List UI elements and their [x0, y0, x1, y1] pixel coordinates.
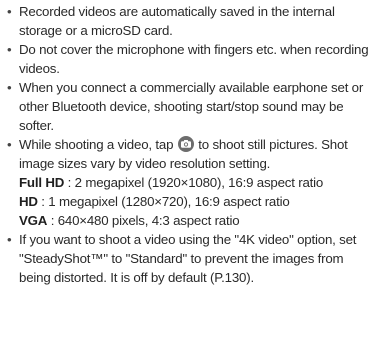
spec-value: : 1 megapixel (1280×720), 16:9 aspect ra… [37, 194, 290, 209]
note-text-steadyshot: If you want to shoot a video using the "… [19, 232, 357, 285]
spec-line-full-hd: Full HD : 2 megapixel (1920×1080), 16:9 … [19, 173, 378, 192]
spec-value: : 2 megapixel (1920×1080), 16:9 aspect r… [64, 175, 324, 190]
note-item: Recorded videos are automatically saved … [4, 2, 378, 40]
document-page: Recorded videos are automatically saved … [0, 0, 384, 342]
note-text-bluetooth: When you connect a commercially availabl… [19, 80, 364, 133]
notes-list: Recorded videos are automatically saved … [4, 2, 378, 287]
note-item: While shooting a video, tap to shoot sti… [4, 135, 378, 230]
camera-shutter-icon [177, 136, 194, 152]
spec-label: VGA [19, 213, 48, 228]
spec-line-vga: VGA : 640×480 pixels, 4:3 aspect ratio [19, 211, 378, 230]
note-item: When you connect a commercially availabl… [4, 78, 378, 135]
note-item: Do not cover the microphone with fingers… [4, 40, 378, 78]
note-text-storage: Recorded videos are automatically saved … [19, 4, 335, 38]
note-text-microphone: Do not cover the microphone with fingers… [19, 42, 369, 76]
spec-label: Full HD [19, 175, 65, 190]
spec-line-hd: HD : 1 megapixel (1280×720), 16:9 aspect… [19, 192, 378, 211]
spec-value: : 640×480 pixels, 4:3 aspect ratio [47, 213, 240, 228]
note-item: If you want to shoot a video using the "… [4, 230, 378, 287]
note-text-still-before: While shooting a video, tap [19, 137, 174, 152]
spec-label: HD [19, 194, 38, 209]
